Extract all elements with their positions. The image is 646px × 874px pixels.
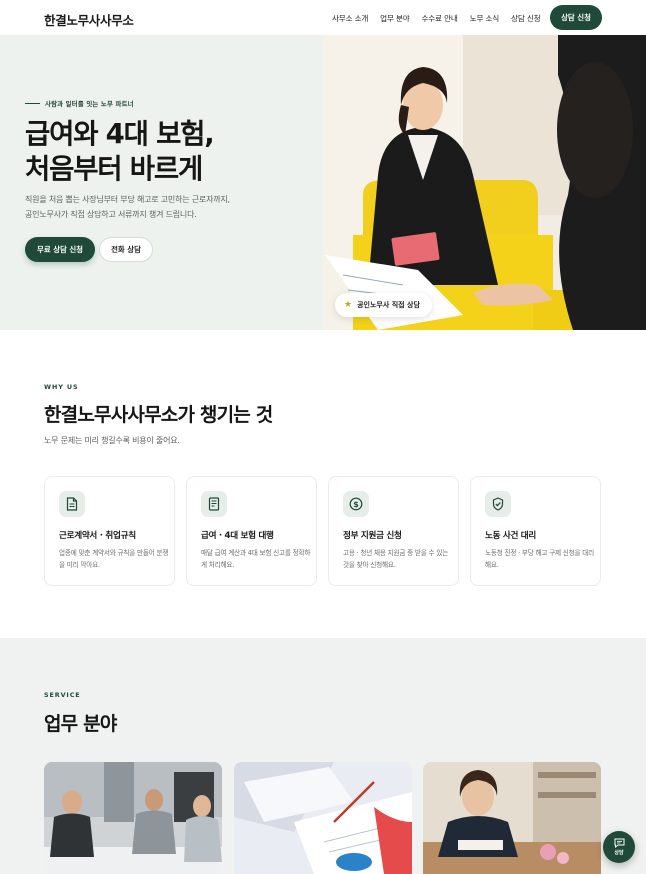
site-header: 한결노무사사무소 사무소 소개 업무 분야 수수료 안내 노무 소식 상담 신청… bbox=[0, 0, 646, 35]
service-section-title: 업무 분야 bbox=[44, 713, 117, 735]
card-description: 매달 급여 계산과 4대 보험 신고를 정확하게 처리해요. bbox=[201, 549, 311, 569]
why-section-label: WHY US bbox=[44, 383, 79, 391]
service-section-label: SERVICE bbox=[44, 691, 81, 699]
card-title: 정부 지원금 신청 bbox=[343, 531, 402, 541]
why-section-subtitle: 노무 문제는 미리 챙길수록 비용이 줄어요. bbox=[44, 436, 180, 445]
site-logo[interactable]: 한결노무사사무소 bbox=[44, 10, 134, 29]
hero-eyebrow-text: 사람과 일터를 잇는 노무 파트너 bbox=[45, 100, 134, 108]
eyebrow-line bbox=[25, 102, 40, 105]
card-description: 업종에 맞춘 계약서와 규칙을 만들어 분쟁을 미리 막아요. bbox=[59, 549, 169, 569]
star-icon: ★ bbox=[344, 300, 353, 310]
card-title: 노동 사건 대리 bbox=[485, 531, 537, 541]
hero-badge: ★ 공인노무사 직접 상담 bbox=[335, 293, 432, 317]
card-title: 근로계약서 · 취업규칙 bbox=[59, 531, 136, 541]
hero-desc-line-2: 공인노무사가 직접 상담하고 서류까지 챙겨 드립니다. bbox=[25, 210, 197, 219]
card-title: 급여 · 4대 보험 대행 bbox=[201, 531, 274, 541]
floating-consult-label: 상담 bbox=[614, 850, 624, 856]
hero-badge-text: 공인노무사 직접 상담 bbox=[357, 301, 420, 309]
dollar-circle-icon: $ bbox=[343, 491, 369, 517]
feature-card-payroll[interactable]: 급여 · 4대 보험 대행 매달 급여 계산과 4대 보험 신고를 정확하게 처… bbox=[186, 476, 317, 586]
hero-eyebrow: 사람과 일터를 잇는 노무 파트너 bbox=[25, 99, 134, 108]
svg-text:$: $ bbox=[353, 500, 359, 509]
feature-card-subsidy[interactable]: $ 정부 지원금 신청 고용 · 청년 채용 지원금 중 받을 수 있는 것을 … bbox=[328, 476, 459, 586]
hero-title-line-1: 급여와 4대 보험, bbox=[25, 118, 215, 150]
nav-item-practice-areas[interactable]: 업무 분야 bbox=[380, 13, 410, 24]
nav-item-consult[interactable]: 상담 신청 bbox=[511, 13, 541, 24]
hero-section: 사람과 일터를 잇는 노무 파트너 급여와 4대 보험, 처음부터 바르게 직원… bbox=[0, 35, 646, 330]
hero-photo: ★ 공인노무사 직접 상담 bbox=[323, 35, 646, 330]
feature-card-contract[interactable]: 근로계약서 · 취업규칙 업종에 맞춘 계약서와 규칙을 만들어 분쟁을 미리 … bbox=[44, 476, 175, 586]
hero-description: 직원을 처음 뽑는 사장님부터 부당 해고로 고민하는 근로자까지, 공인노무사… bbox=[25, 192, 230, 222]
service-section: SERVICE 업무 분야 bbox=[0, 638, 646, 874]
header-consult-button[interactable]: 상담 신청 bbox=[550, 5, 602, 30]
service-photo-meeting[interactable] bbox=[44, 762, 222, 874]
free-consult-button[interactable]: 무료 상담 신청 bbox=[25, 237, 95, 262]
document-icon bbox=[59, 491, 85, 517]
hero-title: 급여와 4대 보험, 처음부터 바르게 bbox=[25, 117, 215, 187]
card-description: 고용 · 청년 채용 지원금 중 받을 수 있는 것을 찾아 신청해요. bbox=[343, 549, 449, 569]
card-description: 노동청 진정 · 부당 해고 구제 신청을 대리해요. bbox=[485, 549, 595, 569]
service-photo-documents[interactable] bbox=[234, 762, 412, 874]
receipt-icon bbox=[201, 491, 227, 517]
main-nav: 사무소 소개 업무 분야 수수료 안내 노무 소식 상담 신청 bbox=[332, 13, 552, 24]
nav-item-news[interactable]: 노무 소식 bbox=[470, 13, 500, 24]
phone-consult-button[interactable]: 전화 상담 bbox=[99, 237, 153, 262]
why-section-title: 한결노무사사무소가 챙기는 것 bbox=[44, 404, 273, 426]
nav-item-fees[interactable]: 수수료 안내 bbox=[422, 13, 458, 24]
service-photo-study[interactable] bbox=[423, 762, 601, 874]
floating-consult-button[interactable]: 상담 bbox=[603, 831, 635, 863]
shield-check-icon bbox=[485, 491, 511, 517]
nav-item-about[interactable]: 사무소 소개 bbox=[332, 13, 368, 24]
consultation-photo-illustration bbox=[323, 35, 646, 330]
hero-desc-line-1: 직원을 처음 뽑는 사장님부터 부당 해고로 고민하는 근로자까지, bbox=[25, 195, 230, 204]
hero-content: 사람과 일터를 잇는 노무 파트너 급여와 4대 보험, 처음부터 바르게 직원… bbox=[25, 35, 323, 330]
hero-title-line-2: 처음부터 바르게 bbox=[25, 153, 203, 185]
feature-card-labor-case[interactable]: 노동 사건 대리 노동청 진정 · 부당 해고 구제 신청을 대리해요. bbox=[470, 476, 601, 586]
chat-icon bbox=[614, 838, 624, 848]
